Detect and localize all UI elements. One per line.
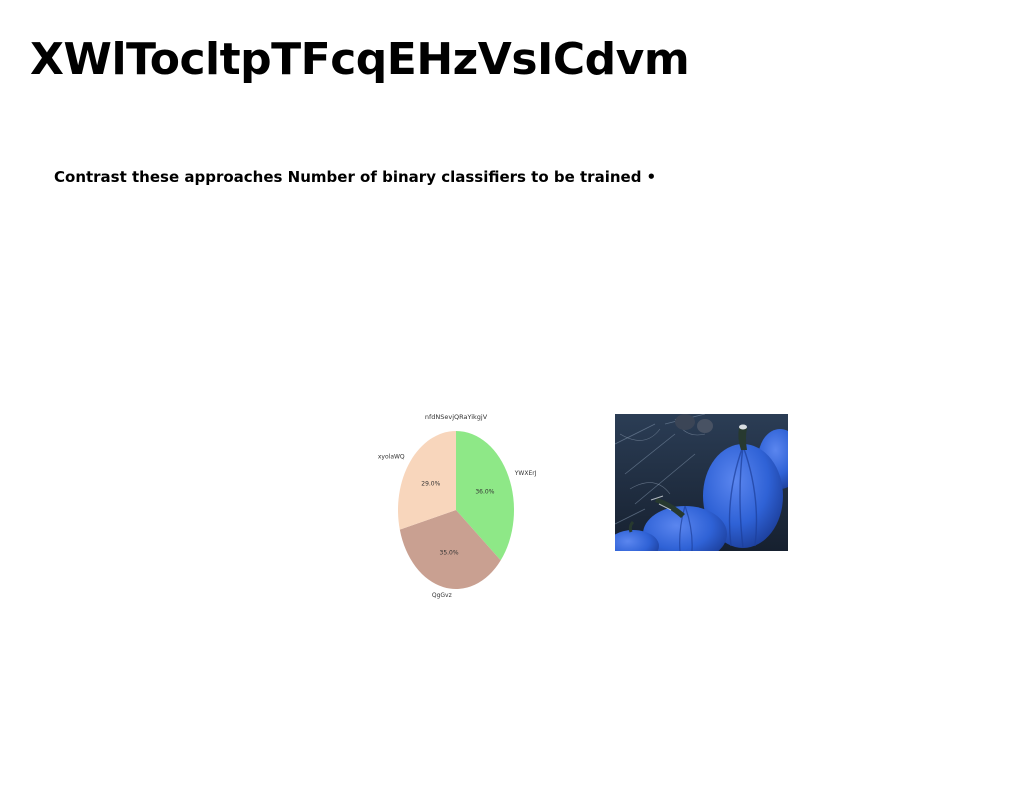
blue-pumpkins-photo-icon bbox=[615, 414, 788, 551]
pie-chart-svg: nfdNSevjQRaYikgjV 36.0% YWXErJ 35.0% QgGvz 2… bbox=[378, 413, 537, 599]
bullet-icon: • bbox=[646, 168, 657, 186]
subtitle-text: Contrast these approaches Number of bina… bbox=[54, 168, 642, 186]
pie-value-label: 29.0% bbox=[421, 480, 440, 487]
pie-slices bbox=[397, 431, 515, 590]
pie-value-label: 36.0% bbox=[475, 489, 494, 496]
pie-chart: nfdNSevjQRaYikgjV 36.0% YWXErJ 35.0% QgGvz 2… bbox=[370, 408, 550, 604]
chart-title: nfdNSevjQRaYikgjV bbox=[425, 413, 488, 421]
pie-category-label: xyolaWQ bbox=[378, 454, 405, 461]
page-title: XWlTocltpTFcqEHzVsICdvm bbox=[30, 34, 690, 85]
subtitle-line: Contrast these approaches Number of bina… bbox=[54, 166, 656, 188]
pie-value-label: 35.0% bbox=[440, 549, 459, 556]
pumpkin-photo bbox=[615, 414, 788, 551]
pie-category-label: YWXErJ bbox=[514, 470, 537, 477]
pie-category-label: QgGvz bbox=[432, 592, 452, 599]
